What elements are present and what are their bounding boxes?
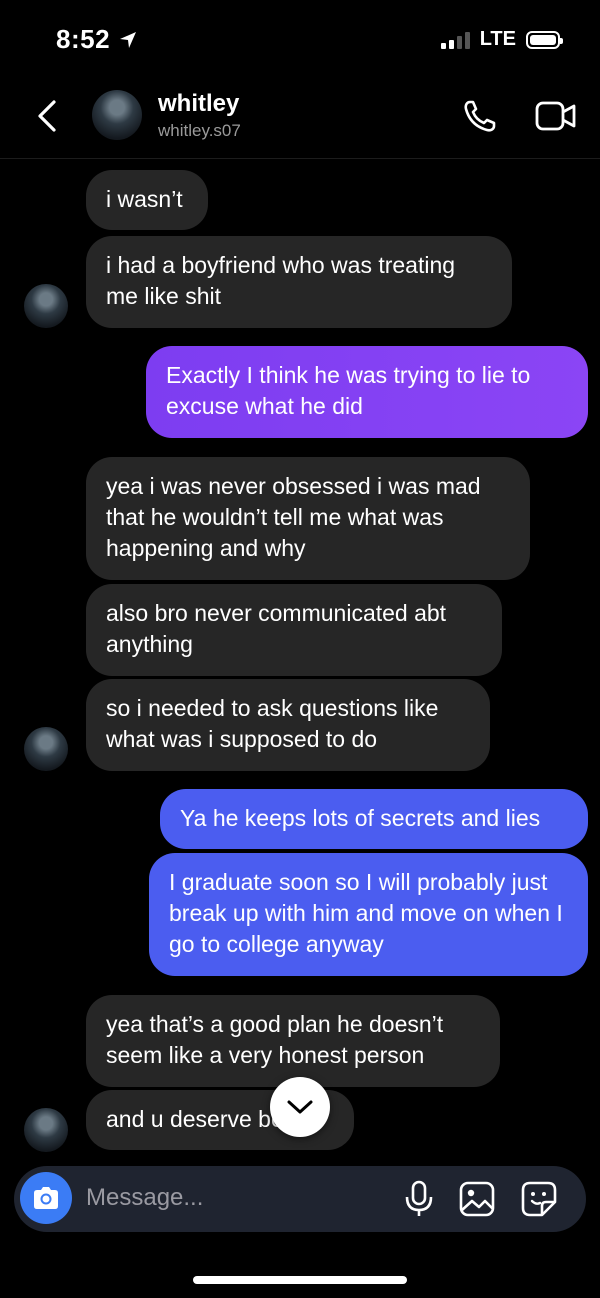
status-time: 8:52 xyxy=(56,24,111,54)
received-message[interactable]: i had a boyfriend who was treating me li… xyxy=(86,236,512,328)
back-chevron-icon[interactable] xyxy=(30,96,66,136)
received-message[interactable]: yea that’s a good plan he doesn’t seem l… xyxy=(86,995,500,1087)
received-message[interactable]: i wasn’t xyxy=(86,170,208,230)
scroll-to-bottom-button[interactable] xyxy=(270,1077,330,1137)
chevron-down-icon xyxy=(287,1100,313,1114)
sent-message[interactable]: I graduate soon so I will probably just … xyxy=(149,853,588,976)
gallery-icon[interactable] xyxy=(458,1180,496,1218)
received-message[interactable]: yea i was never obsessed i was mad that … xyxy=(86,457,530,580)
contact-name[interactable]: whitley xyxy=(158,90,239,118)
sticker-icon[interactable] xyxy=(520,1180,558,1218)
status-indicators: LTE xyxy=(440,28,563,51)
conversation-header xyxy=(0,72,600,159)
sender-avatar[interactable] xyxy=(24,727,68,771)
location-arrow-icon xyxy=(118,30,138,55)
signal-icon xyxy=(440,31,470,49)
network-label: LTE xyxy=(479,28,516,50)
contact-avatar[interactable] xyxy=(92,90,142,140)
camera-button[interactable] xyxy=(20,1172,72,1224)
sent-message[interactable]: Exactly I think he was trying to lie to … xyxy=(146,346,588,438)
sender-avatar[interactable] xyxy=(24,284,68,328)
received-message[interactable]: so i needed to ask questions like what w… xyxy=(86,679,490,771)
phone-icon[interactable] xyxy=(460,96,500,136)
message-input[interactable]: Message... xyxy=(86,1184,203,1212)
video-call-icon[interactable] xyxy=(534,98,578,134)
camera-icon xyxy=(34,1187,58,1209)
battery-icon xyxy=(526,30,563,49)
microphone-icon[interactable] xyxy=(402,1180,436,1218)
received-message[interactable]: also bro never communicated abt anything xyxy=(86,584,502,676)
home-indicator xyxy=(193,1276,407,1284)
contact-username[interactable]: whitley.s07 xyxy=(158,121,241,141)
sent-message[interactable]: Ya he keeps lots of secrets and lies xyxy=(160,789,588,849)
sender-avatar[interactable] xyxy=(24,1108,68,1152)
